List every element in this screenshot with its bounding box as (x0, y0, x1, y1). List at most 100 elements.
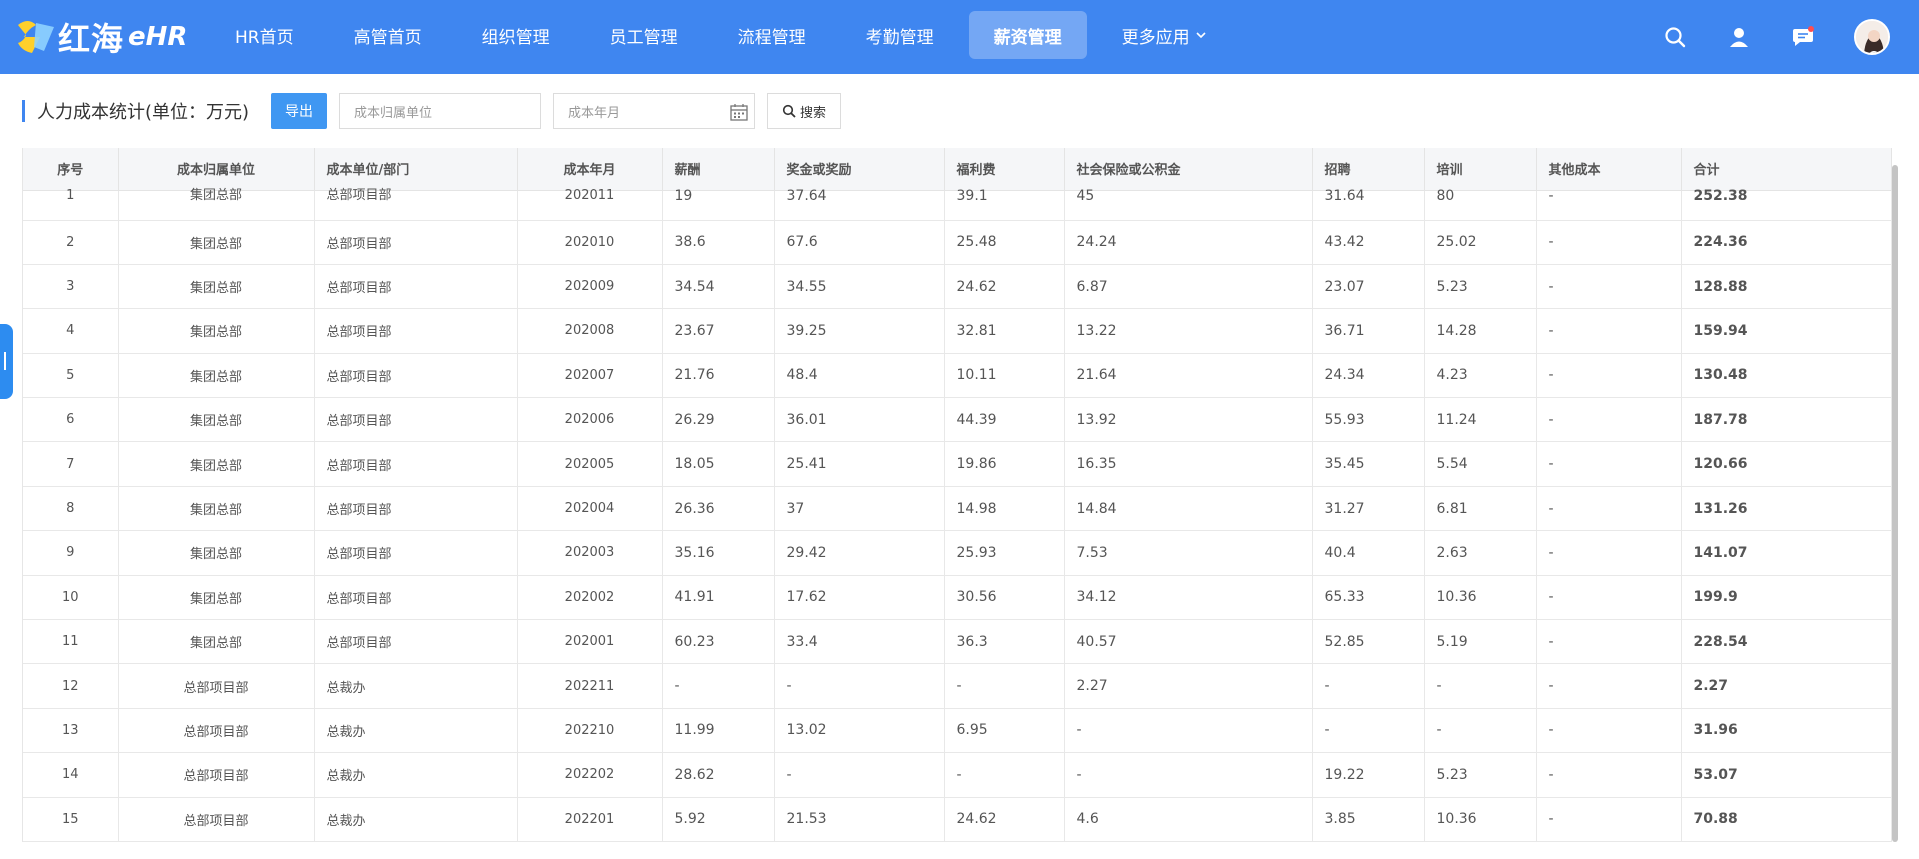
table-cell: 70.88 (1681, 797, 1892, 842)
table-cell: 13.22 (1064, 308, 1313, 354)
table-row[interactable]: 3 集团总部 总部项目部 202009 34.54 34.55 24.62 6.87 23.07… (23, 264, 1892, 310)
table-row[interactable]: 1 集团总部 总部项目部 202011 19 37.64 39.1 45 31.64 80-252… (23, 189, 1892, 221)
table-cell: 2.27 (1681, 663, 1892, 709)
nav-attendance[interactable]: 考勤管理 (841, 11, 959, 59)
table-cell: 6.81 (1424, 486, 1537, 532)
table-row[interactable]: 11 集团总部 总部项目部 202001 60.23 33.4 36.3 40.57 52.85… (23, 619, 1892, 665)
column-header: 序号 (23, 148, 119, 191)
table-row[interactable]: 12 总部项目部 总裁办 202211- - -2.27- - -2.27 (23, 663, 1892, 709)
nav-organization[interactable]: 组织管理 (457, 11, 575, 59)
table-cell: - (1536, 189, 1682, 221)
search-icon[interactable] (1662, 24, 1688, 50)
table-cell: 24.62 (944, 264, 1065, 310)
table-cell: 总部项目部 (314, 308, 518, 354)
table-cell: 202210 (517, 708, 663, 754)
table-cell: 34.12 (1064, 575, 1313, 621)
table-cell: - (1536, 752, 1682, 798)
table-row[interactable]: 10 集团总部 总部项目部 202002 41.91 17.62 30.56 34.12 65.… (23, 575, 1892, 621)
cost-table-container: 序号 成本归属单位 成本单位/部门 成本年月 薪酬 奖金或奖励 福利费 社会保险或公积金 招聘培… (22, 148, 1893, 842)
table-cell: 24.24 (1064, 220, 1313, 265)
cost-table: 序号 成本归属单位 成本单位/部门 成本年月 薪酬 奖金或奖励 福利费 社会保险或公积金 招聘培… (23, 148, 1892, 842)
table-row[interactable]: 8 集团总部 总部项目部 202004 26.36 37 14.98 14.84 31.27 6.… (23, 486, 1892, 532)
table-row[interactable]: 5 集团总部 总部项目部 202007 21.76 48.4 10.11 21.64 24.34… (23, 353, 1892, 399)
table-cell: 40.57 (1064, 619, 1313, 665)
table-cell: 14.84 (1064, 486, 1313, 532)
nav-salary[interactable]: 薪资管理 (968, 11, 1087, 59)
table-cell: - (1312, 708, 1425, 754)
sidebar-toggle-handle[interactable] (0, 324, 13, 399)
table-cell: 总裁办 (314, 797, 518, 842)
table-cell: 2 (23, 220, 119, 265)
table-cell: 21.76 (662, 353, 775, 399)
table-row[interactable]: 9 集团总部 总部项目部 202003 35.16 29.42 25.93 7.53 40.4 2… (23, 530, 1892, 576)
logo[interactable]: 红海 eHR (14, 14, 187, 60)
table-cell: 36.71 (1312, 308, 1425, 354)
column-header: 招聘 (1312, 148, 1425, 191)
table-cell: 34.55 (774, 264, 945, 310)
table-cell: - (1536, 663, 1682, 709)
message-icon[interactable] (1790, 24, 1816, 50)
table-cell: 4.6 (1064, 797, 1313, 842)
nav-hr-home[interactable]: HR首页 (210, 11, 319, 59)
table-cell: 集团总部 (118, 397, 315, 443)
table-cell: 187.78 (1681, 397, 1892, 443)
table-cell: 45 (1064, 189, 1313, 221)
table-cell: - (1536, 308, 1682, 354)
table-cell: 252.38 (1681, 189, 1892, 221)
table-cell: 28.62 (662, 752, 775, 798)
table-scrollbar[interactable] (1892, 165, 1898, 842)
user-icon[interactable] (1726, 24, 1752, 50)
table-cell: 202201 (517, 797, 663, 842)
nav-label: HR首页 (235, 27, 294, 48)
column-header: 其他成本 (1536, 148, 1682, 191)
table-row[interactable]: 7 集团总部 总部项目部 202005 18.05 25.41 19.86 16.35 35.4… (23, 441, 1892, 487)
table-cell: 集团总部 (118, 530, 315, 576)
table-cell: 128.88 (1681, 264, 1892, 310)
table-cell: 集团总部 (118, 441, 315, 487)
table-cell: 10.36 (1424, 797, 1537, 842)
table-cell: 199.9 (1681, 575, 1892, 621)
table-cell: 67.6 (774, 220, 945, 265)
cost-month-input[interactable]: 成本年月 (553, 93, 756, 129)
table-cell: 55.93 (1312, 397, 1425, 443)
export-button[interactable]: 导出 (271, 93, 328, 129)
table-cell: 19.22 (1312, 752, 1425, 798)
main-nav: HR首页 高管首页 组织管理 员工管理 流程管理 考勤管理 薪资管理 更多应用 (210, 11, 1241, 59)
table-row[interactable]: 14 总部项目部 总裁办 202202 28.62- - -19.22 5.23-53.07 (23, 752, 1892, 798)
nav-employee[interactable]: 员工管理 (585, 11, 703, 59)
calendar-icon[interactable] (730, 103, 748, 121)
table-cell: 25.48 (944, 220, 1065, 265)
nav-label: 薪资管理 (993, 27, 1062, 48)
table-cell: 总部项目部 (314, 189, 518, 221)
table-cell: - (1536, 397, 1682, 443)
table-cell: 19.86 (944, 441, 1065, 487)
chevron-down-icon (1196, 32, 1206, 39)
cost-month-placeholder: 成本年月 (568, 105, 621, 121)
table-cell: 32.81 (944, 308, 1065, 354)
nav-more-apps[interactable]: 更多应用 (1097, 11, 1231, 59)
table-cell: 总部项目部 (118, 797, 315, 842)
table-row[interactable]: 2 集团总部 总部项目部 202010 38.6 67.6 25.48 24.24 43.42 2… (23, 220, 1892, 265)
table-cell: 9 (23, 530, 119, 576)
table-cell: 52.85 (1312, 619, 1425, 665)
table-row[interactable]: 4 集团总部 总部项目部 202008 23.67 39.25 32.81 13.22 36.7… (23, 308, 1892, 354)
table-cell: - (944, 663, 1065, 709)
table-cell: - (1424, 708, 1537, 754)
table-cell: 224.36 (1681, 220, 1892, 265)
table-cell: 31.27 (1312, 486, 1425, 532)
table-row[interactable]: 13 总部项目部 总裁办 202210 11.99 13.02 6.95- - - -31.96 (23, 708, 1892, 754)
search-button[interactable]: 搜索 (767, 93, 842, 129)
cost-unit-input[interactable]: 成本归属单位 (339, 93, 542, 129)
table-cell: - (774, 752, 945, 798)
table-cell: 4 (23, 308, 119, 354)
table-row[interactable]: 6 集团总部 总部项目部 202006 26.29 36.01 44.39 13.92 55.9… (23, 397, 1892, 443)
nav-executive-home[interactable]: 高管首页 (329, 11, 447, 59)
avatar[interactable] (1854, 19, 1890, 55)
table-cell: - (1536, 530, 1682, 576)
table-cell: 10.36 (1424, 575, 1537, 621)
table-cell: 159.94 (1681, 308, 1892, 354)
table-cell: 14 (23, 752, 119, 798)
table-cell: 26.36 (662, 486, 775, 532)
nav-process[interactable]: 流程管理 (713, 11, 831, 59)
table-row[interactable]: 15 总部项目部 总裁办 202201 5.92 21.53 24.62 4.6 3.85 10.… (23, 797, 1892, 842)
